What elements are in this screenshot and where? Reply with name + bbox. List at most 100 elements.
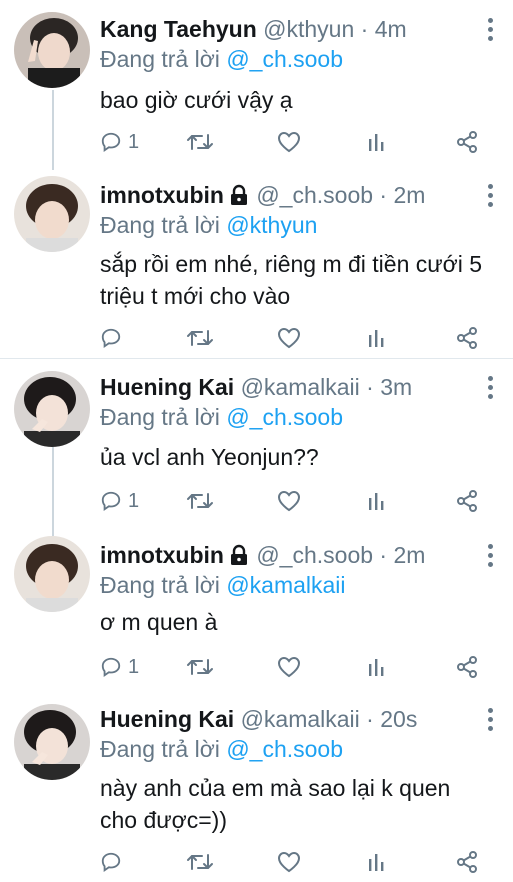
more-options-icon[interactable] [485,544,495,571]
retweet-button[interactable] [186,848,214,876]
separator-dot: · [373,542,394,568]
avatar[interactable] [14,704,90,780]
timestamp[interactable]: 2m [393,542,425,568]
mention-link[interactable]: @_ch.soob [226,46,343,72]
analytics-button[interactable] [367,848,387,876]
analytics-icon [369,330,384,347]
reply-button[interactable]: 1 [100,653,139,681]
retweet-icon [187,659,213,675]
replying-label: Đang trả lời [100,46,220,72]
reply-icon [101,328,121,349]
more-options-icon[interactable] [485,18,495,45]
like-button[interactable] [277,324,301,352]
more-options-icon[interactable] [485,376,495,403]
display-name[interactable]: Huening Kai [100,374,234,400]
heart-icon [277,656,301,678]
lock-icon [230,184,247,205]
mention-link[interactable]: @_ch.soob [226,404,343,430]
replying-label: Đang trả lời [100,736,220,762]
like-button[interactable] [277,128,301,156]
share-icon [457,131,477,153]
heart-icon [277,327,301,349]
tweet[interactable]: Huening Kai @kamalkaii · 20s Đang trả lờ… [0,692,513,882]
replying-to: Đang trả lời @_ch.soob [100,402,343,432]
share-icon [457,851,477,873]
analytics-button[interactable] [367,128,387,156]
retweet-button[interactable] [186,487,214,515]
mention-link[interactable]: @_ch.soob [226,736,343,762]
reply-icon [101,657,121,678]
timestamp[interactable]: 3m [380,374,412,400]
like-button[interactable] [277,848,301,876]
mention-link[interactable]: @kamalkaii [226,572,345,598]
reply-button[interactable]: 1 [100,487,139,515]
timestamp[interactable]: 4m [375,16,407,42]
tweet[interactable]: Huening Kai @kamalkaii · 3m Đang trả lời… [0,358,513,526]
avatar[interactable] [14,176,90,252]
timestamp[interactable]: 20s [380,706,417,732]
replying-to: Đang trả lời @kamalkaii [100,570,346,600]
analytics-icon [369,493,384,510]
display-name[interactable]: imnotxubin [100,182,224,208]
replying-label: Đang trả lời [100,212,220,238]
replying-to: Đang trả lời @_ch.soob [100,734,343,764]
tweet-header: imnotxubin @_ch.soob · 2m [100,180,473,210]
share-button[interactable] [455,848,479,876]
replying-label: Đang trả lời [100,572,220,598]
analytics-button[interactable] [367,487,387,515]
separator-dot: · [359,706,381,732]
retweet-button[interactable] [186,324,214,352]
share-button[interactable] [455,324,479,352]
user-handle[interactable]: @kamalkaii [241,374,360,400]
tweet-header: Huening Kai @kamalkaii · 3m [100,372,473,402]
tweet-actions [0,848,513,876]
heart-icon [277,851,301,873]
tweet-text: này anh của em mà sao lại k quen cho đượ… [100,775,451,833]
tweet-actions: 1 [0,128,513,156]
display-name[interactable]: imnotxubin [100,542,224,568]
separator-dot: · [354,16,375,42]
like-button[interactable] [277,653,301,681]
avatar[interactable] [14,371,90,447]
share-icon [457,327,477,349]
timestamp[interactable]: 2m [393,182,425,208]
share-icon [457,490,477,512]
user-handle[interactable]: @kthyun [263,16,354,42]
heart-icon [277,490,301,512]
display-name[interactable]: Huening Kai [100,706,234,732]
more-options-icon[interactable] [485,708,495,735]
reply-button[interactable] [100,848,128,876]
retweet-icon [187,134,213,150]
replying-label: Đang trả lời [100,404,220,430]
reply-icon [101,491,121,512]
share-button[interactable] [455,487,479,515]
tweet[interactable]: Kang Taehyun @kthyun · 4m Đang trả lời @… [0,0,513,168]
user-handle[interactable]: @_ch.soob [256,182,373,208]
analytics-button[interactable] [367,653,387,681]
retweet-button[interactable] [186,653,214,681]
more-options-icon[interactable] [485,184,495,211]
tweet[interactable]: imnotxubin @_ch.soob · 2m Đang trả lời @… [0,168,513,358]
share-button[interactable] [455,653,479,681]
separator-dot: · [373,182,394,208]
reply-button[interactable]: 1 [100,128,139,156]
tweet-header: Kang Taehyun @kthyun · 4m [100,14,473,44]
user-handle[interactable]: @kamalkaii [241,706,360,732]
tweet-text: bao giờ cưới vậy ạ [100,87,293,113]
share-button[interactable] [455,128,479,156]
mention-link[interactable]: @kthyun [226,212,317,238]
analytics-button[interactable] [367,324,387,352]
avatar[interactable] [14,12,90,88]
tweet-header: Huening Kai @kamalkaii · 20s [100,704,473,734]
tweet-actions: 1 [0,487,513,515]
analytics-icon [369,659,384,676]
retweet-button[interactable] [186,128,214,156]
heart-icon [277,131,301,153]
tweet-text: ủa vcl anh Yeonjun?? [100,444,319,470]
reply-button[interactable] [100,324,128,352]
like-button[interactable] [277,487,301,515]
tweet[interactable]: imnotxubin @_ch.soob · 2m Đang trả lời @… [0,526,513,692]
display-name[interactable]: Kang Taehyun [100,16,257,42]
user-handle[interactable]: @_ch.soob [256,542,373,568]
avatar[interactable] [14,536,90,612]
